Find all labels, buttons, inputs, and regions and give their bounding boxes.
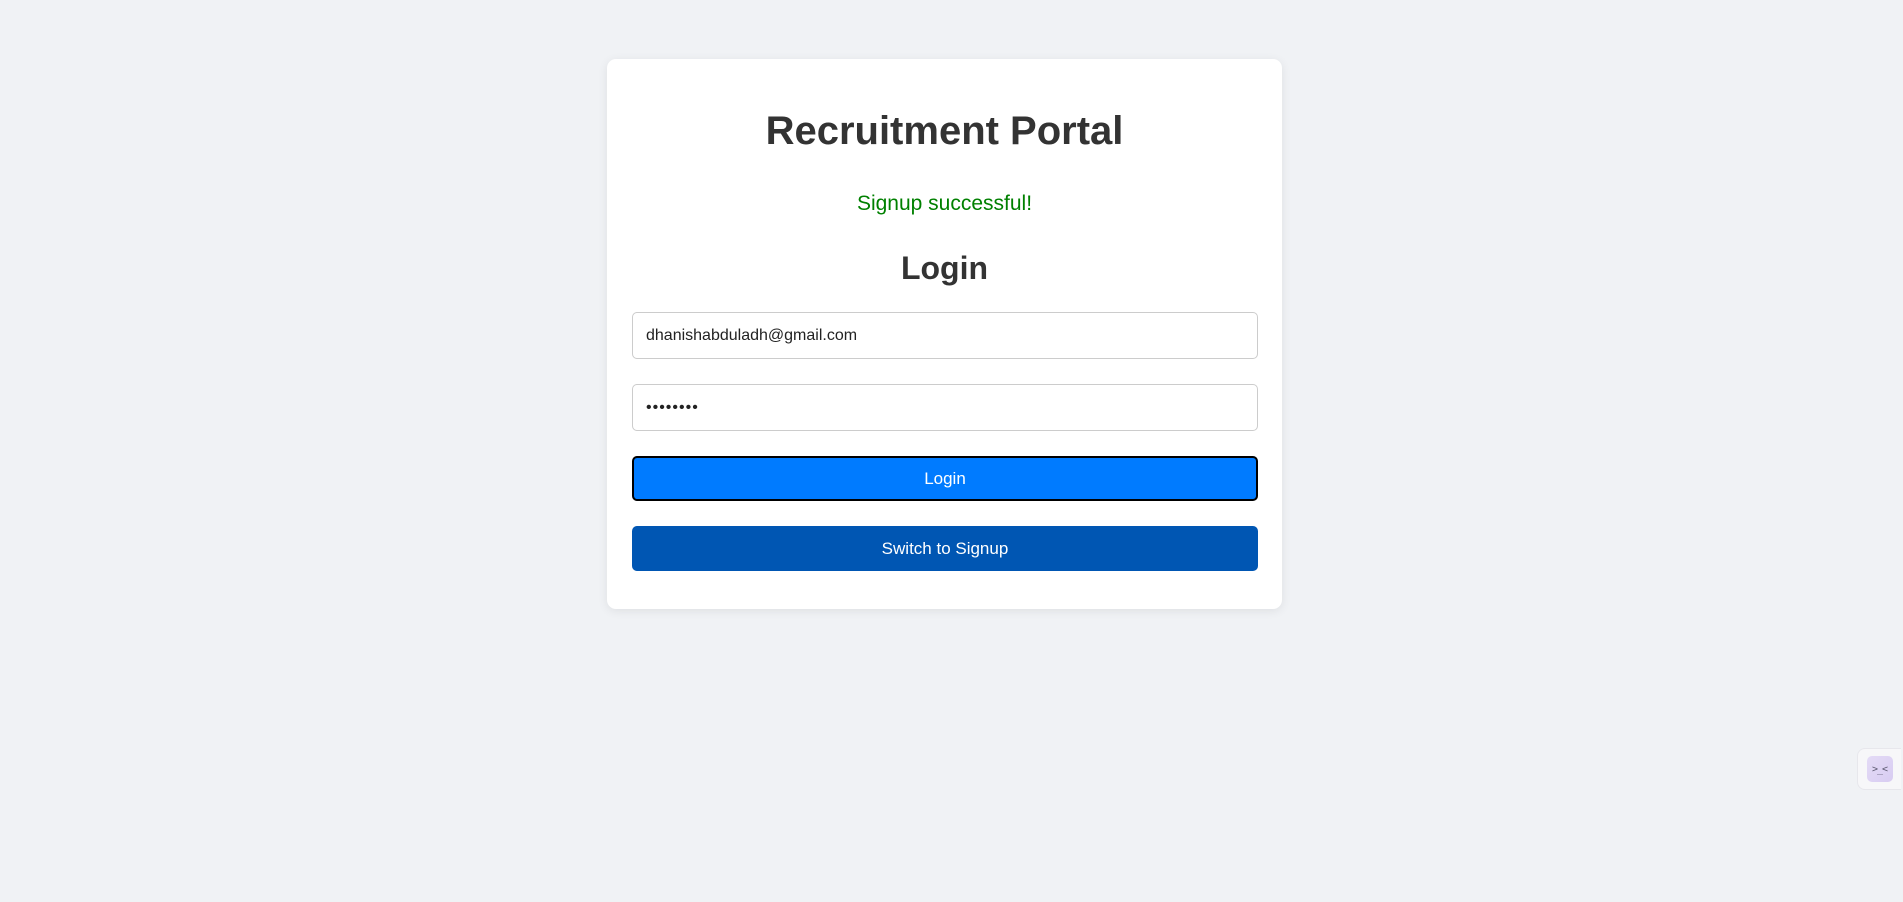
login-button[interactable]: Login xyxy=(632,456,1258,501)
face-glyph: >_< xyxy=(1871,763,1888,775)
form-heading: Login xyxy=(900,250,989,286)
status-message: Signup successful! xyxy=(856,192,1033,215)
switch-to-signup-label: Switch to Signup xyxy=(881,538,1009,558)
login-button-label: Login xyxy=(924,468,966,488)
face-icon: >_< xyxy=(1866,756,1893,782)
login-card: Recruitment Portal Signup successful! Lo… xyxy=(607,59,1282,609)
switch-to-signup-button[interactable]: Switch to Signup xyxy=(632,526,1258,571)
page-title: Recruitment Portal xyxy=(765,109,1124,153)
email-field[interactable] xyxy=(632,312,1258,359)
password-field[interactable]: •••••••• xyxy=(632,384,1258,431)
password-mask: •••••••• xyxy=(646,398,699,416)
floating-helper-widget[interactable]: >_< xyxy=(1857,748,1901,790)
